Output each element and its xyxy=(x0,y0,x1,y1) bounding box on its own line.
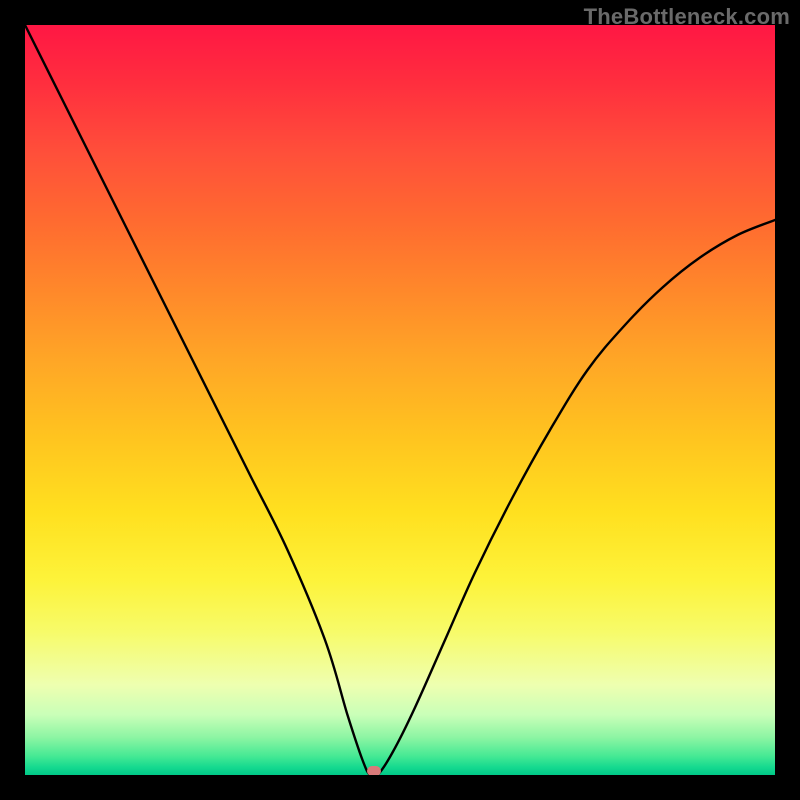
chart-frame: TheBottleneck.com xyxy=(0,0,800,800)
marker-dot xyxy=(367,766,381,775)
watermark-text: TheBottleneck.com xyxy=(584,4,790,30)
plot-area xyxy=(25,25,775,775)
bottleneck-curve xyxy=(25,25,775,775)
